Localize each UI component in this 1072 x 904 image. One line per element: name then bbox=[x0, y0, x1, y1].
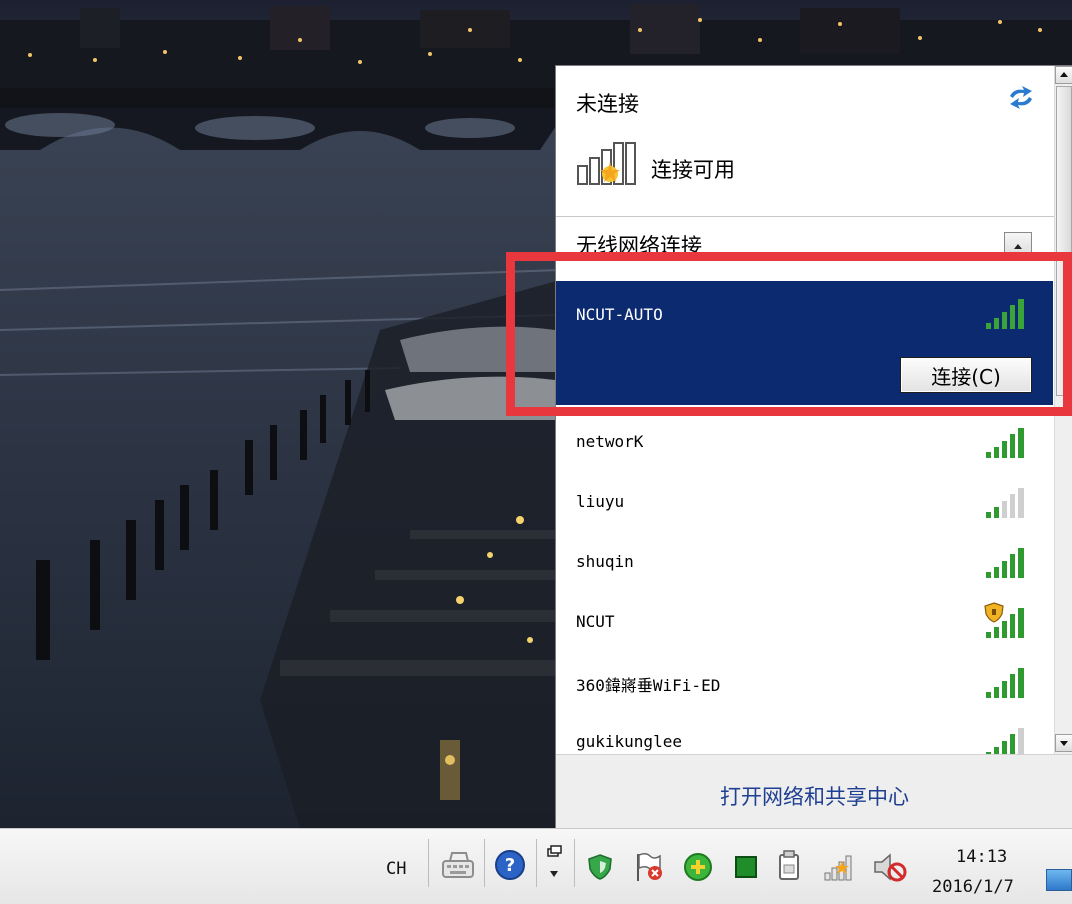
network-ssid: shuqin bbox=[576, 552, 634, 571]
header-divider bbox=[556, 216, 1056, 217]
network-ssid: networK bbox=[576, 432, 644, 451]
network-list-item[interactable]: liuyu bbox=[556, 478, 1053, 538]
scroll-up-button[interactable] bbox=[1055, 66, 1072, 84]
network-ssid: 360鍏嶈垂WiFi-ED bbox=[576, 676, 721, 695]
scroll-down-button[interactable] bbox=[1055, 734, 1072, 752]
network-ssid: liuyu bbox=[576, 492, 625, 511]
network-list-item[interactable]: networK bbox=[556, 418, 1053, 478]
taskbar-separator bbox=[574, 839, 575, 887]
wifi-signal-bars-icon bbox=[986, 548, 1024, 578]
network-ssid: gukikunglee bbox=[576, 732, 682, 751]
show-desktop-button[interactable] bbox=[1046, 869, 1072, 891]
taskbar-separator bbox=[536, 839, 537, 887]
action-center-flag-icon[interactable] bbox=[632, 851, 666, 883]
keyboard-icon[interactable] bbox=[440, 849, 476, 881]
wireless-section-title: 无线网络连接 bbox=[576, 234, 702, 252]
wifi-signal-bars-icon bbox=[986, 668, 1024, 698]
signal-star-icon bbox=[577, 142, 636, 185]
security-shield-icon[interactable] bbox=[586, 853, 614, 881]
network-list-item[interactable]: shuqin bbox=[556, 538, 1053, 598]
wifi-signal-bars-icon bbox=[986, 728, 1024, 754]
usb-device-icon[interactable] bbox=[774, 849, 804, 883]
green-plus-icon[interactable] bbox=[682, 851, 714, 883]
green-square-icon[interactable] bbox=[734, 855, 758, 879]
network-list-item[interactable]: 360鍏嶈垂WiFi-ED bbox=[556, 658, 1053, 718]
taskbar-separator bbox=[484, 839, 485, 887]
security-shield-icon bbox=[984, 602, 1004, 623]
wifi-signal-bars-icon bbox=[986, 488, 1024, 518]
taskbar-separator bbox=[428, 839, 429, 887]
refresh-icon[interactable] bbox=[1004, 82, 1038, 112]
panel-footer: 打开网络和共享中心 bbox=[556, 754, 1072, 831]
options-menu-icon[interactable] bbox=[544, 843, 564, 883]
network-ssid: NCUT bbox=[576, 612, 615, 631]
taskbar: CH ? 14:13 2016/1/7 bbox=[0, 828, 1072, 904]
network-list: networK liuyu shuqin NCUT 360鍏嶈垂WiFi-ED gukik… bbox=[556, 418, 1053, 754]
scroll-thumb[interactable] bbox=[1056, 86, 1072, 396]
collapse-section-button[interactable] bbox=[1004, 232, 1032, 260]
connection-available-label: 连接可用 bbox=[651, 158, 735, 182]
desktop-screen: 未连接 连接可用 无线网络连接 NCUT-AUTO 连接(C) networK … bbox=[0, 0, 1072, 904]
wifi-signal-bars-icon bbox=[986, 299, 1024, 329]
connect-button[interactable]: 连接(C) bbox=[900, 357, 1032, 393]
clock-time[interactable]: 14:13 bbox=[956, 847, 1007, 867]
open-network-sharing-center-link[interactable]: 打开网络和共享中心 bbox=[556, 781, 1072, 811]
language-indicator[interactable]: CH bbox=[386, 859, 406, 879]
clock-date[interactable]: 2016/1/7 bbox=[932, 877, 1014, 897]
help-icon[interactable]: ? bbox=[494, 849, 526, 881]
network-list-scrollbar[interactable] bbox=[1054, 66, 1072, 754]
volume-muted-icon[interactable] bbox=[872, 851, 908, 883]
network-flyout-panel: 未连接 连接可用 无线网络连接 NCUT-AUTO 连接(C) networK … bbox=[555, 65, 1072, 831]
selected-network-ssid: NCUT-AUTO bbox=[576, 305, 663, 324]
svg-text:?: ? bbox=[505, 855, 515, 876]
network-list-item[interactable]: NCUT bbox=[556, 598, 1053, 658]
network-list-item[interactable]: gukikunglee bbox=[556, 718, 1053, 754]
connection-status-title: 未连接 bbox=[576, 92, 639, 116]
selected-network-row[interactable]: NCUT-AUTO 连接(C) bbox=[556, 281, 1053, 405]
wifi-signal-bars-icon bbox=[986, 428, 1024, 458]
network-status-icon[interactable] bbox=[822, 851, 856, 883]
wifi-signal-bars-icon bbox=[984, 602, 1024, 638]
